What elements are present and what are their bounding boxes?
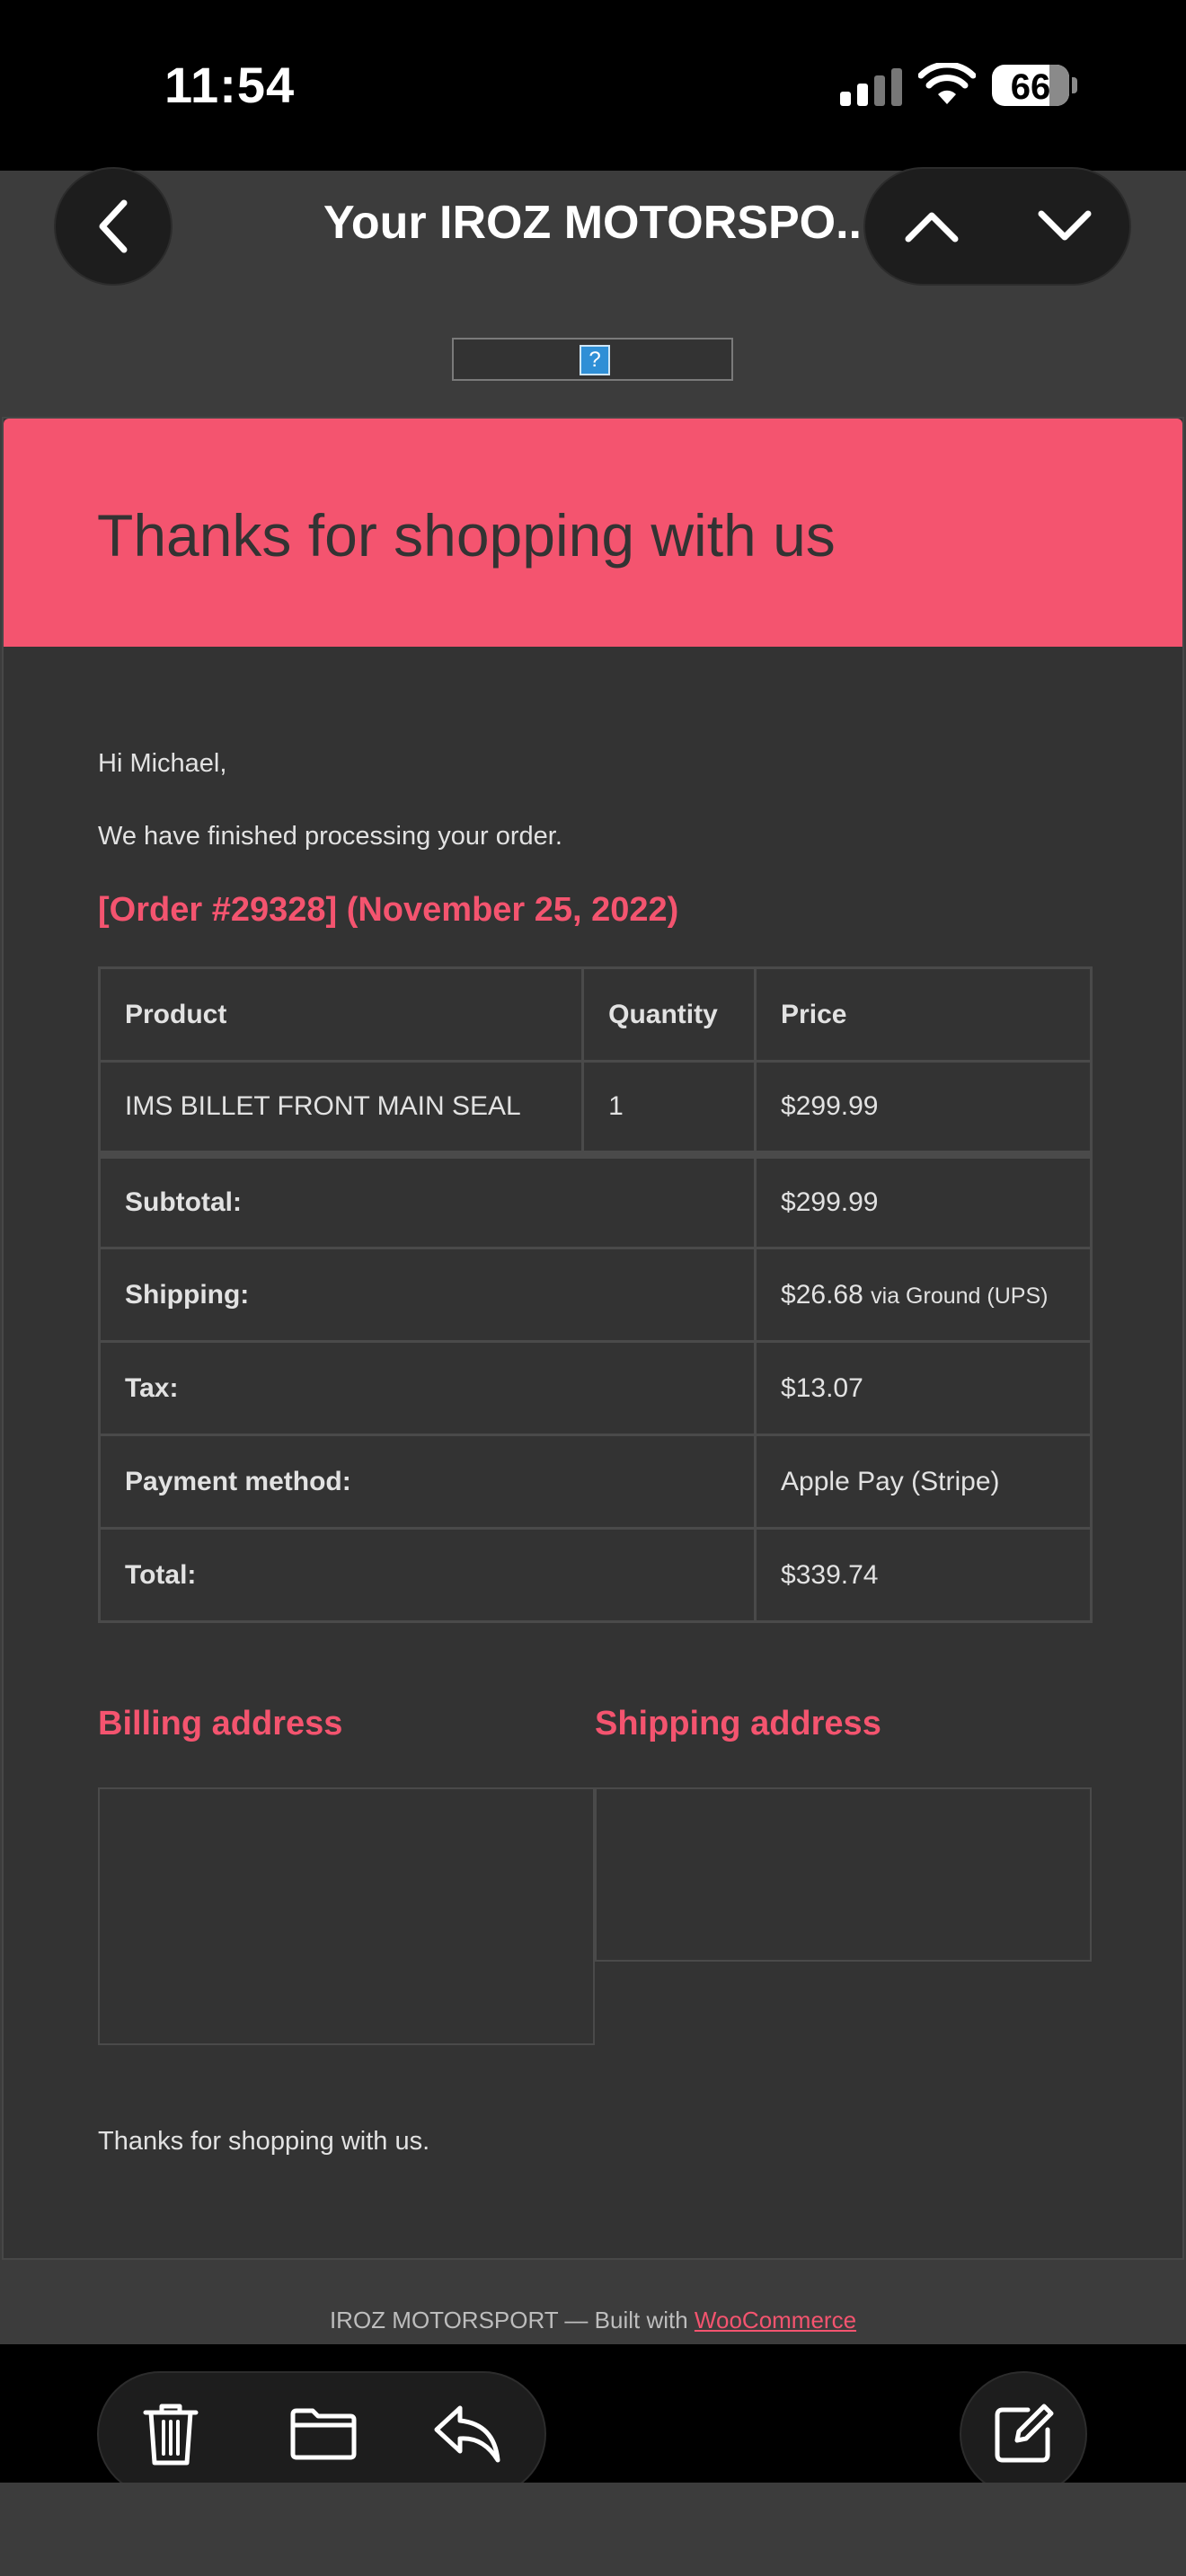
tax-value: $13.07 xyxy=(754,1340,1093,1436)
reply-icon xyxy=(434,2405,500,2463)
broken-image-placeholder: ? xyxy=(452,338,733,381)
total-label: Total: xyxy=(97,1527,757,1623)
folder-icon xyxy=(290,2408,357,2460)
email-container: Thanks for shopping with us Hi Michael, … xyxy=(2,417,1184,2260)
subtotal-value: $299.99 xyxy=(754,1151,1093,1249)
shipping-value: $26.68 xyxy=(781,1279,863,1310)
total-row: Total: $339.74 xyxy=(97,1527,1093,1623)
compose-icon xyxy=(995,2404,1054,2463)
move-to-folder-button[interactable] xyxy=(252,2373,395,2495)
reply-button[interactable] xyxy=(395,2373,539,2495)
payment-value: Apple Pay (Stripe) xyxy=(754,1434,1093,1530)
tax-label: Tax: xyxy=(97,1340,757,1436)
status-time: 11:54 xyxy=(164,57,296,113)
previous-message-button[interactable] xyxy=(865,169,998,284)
compose-button[interactable] xyxy=(960,2371,1087,2497)
order-title: [Order #29328] (November 25, 2022) xyxy=(98,891,679,929)
table-header-row: Product Quantity Price xyxy=(97,966,1093,1063)
message-navigation xyxy=(863,167,1131,286)
email-subject-title: Your IROZ MOTORSPO... xyxy=(323,197,863,249)
header-price: Price xyxy=(754,966,1093,1063)
shipping-address-title: Shipping address xyxy=(595,1705,881,1742)
header-product: Product xyxy=(97,966,585,1063)
battery-level: 66 xyxy=(1010,67,1051,107)
shipping-method: via Ground (UPS) xyxy=(871,1283,1049,1309)
total-value: $339.74 xyxy=(754,1527,1093,1623)
greeting: Hi Michael, xyxy=(98,749,227,778)
email-body[interactable]: ? Thanks for shopping with us Hi Michael… xyxy=(0,313,1186,2344)
billing-address-box xyxy=(98,1787,595,2045)
subtotal-row: Subtotal: $299.99 xyxy=(97,1151,1093,1249)
shipping-label: Shipping: xyxy=(97,1247,757,1343)
email-footer: IROZ MOTORSPORT — Built with WooCommerce xyxy=(0,2307,1186,2334)
next-message-button[interactable] xyxy=(998,169,1131,284)
trash-icon xyxy=(143,2404,199,2466)
item-product: IMS BILLET FRONT MAIN SEAL xyxy=(97,1060,585,1156)
item-price: $299.99 xyxy=(754,1060,1093,1156)
shipping-row: Shipping: $26.68 via Ground (UPS) xyxy=(97,1247,1093,1343)
woocommerce-link[interactable]: WooCommerce xyxy=(695,2307,856,2333)
status-bar: 11:54 66 xyxy=(0,0,1186,171)
shipping-address-box xyxy=(595,1787,1092,1962)
footer-text: IROZ MOTORSPORT — Built with xyxy=(329,2307,695,2333)
chevron-up-icon xyxy=(905,212,959,243)
header-title: Thanks for shopping with us xyxy=(97,502,836,569)
order-table: Product Quantity Price IMS BILLET FRONT … xyxy=(97,966,1093,1623)
email-header: Thanks for shopping with us xyxy=(4,419,1182,647)
payment-row: Payment method: Apple Pay (Stripe) xyxy=(97,1434,1093,1530)
bottom-toolbar xyxy=(0,2344,1186,2497)
payment-label: Payment method: xyxy=(97,1434,757,1530)
item-quantity: 1 xyxy=(581,1060,757,1156)
missing-image-icon: ? xyxy=(580,345,610,375)
wifi-icon xyxy=(918,63,976,104)
signal-icon xyxy=(840,68,902,106)
home-indicator-area xyxy=(0,2483,1186,2576)
shipping-value-cell: $26.68 via Ground (UPS) xyxy=(754,1247,1093,1343)
intro-text: We have finished processing your order. xyxy=(98,822,562,851)
back-chevron-icon xyxy=(99,199,128,253)
subtotal-label: Subtotal: xyxy=(97,1151,757,1249)
delete-button[interactable] xyxy=(99,2373,243,2495)
chevron-down-icon xyxy=(1038,210,1092,241)
header-quantity: Quantity xyxy=(581,966,757,1063)
billing-address-title: Billing address xyxy=(98,1705,343,1742)
back-button[interactable] xyxy=(54,167,173,286)
battery-icon: 66 xyxy=(992,65,1069,107)
table-row: IMS BILLET FRONT MAIN SEAL 1 $299.99 xyxy=(97,1060,1093,1156)
closing-text: Thanks for shopping with us. xyxy=(98,2127,430,2156)
action-group xyxy=(97,2371,546,2497)
tax-row: Tax: $13.07 xyxy=(97,1340,1093,1436)
